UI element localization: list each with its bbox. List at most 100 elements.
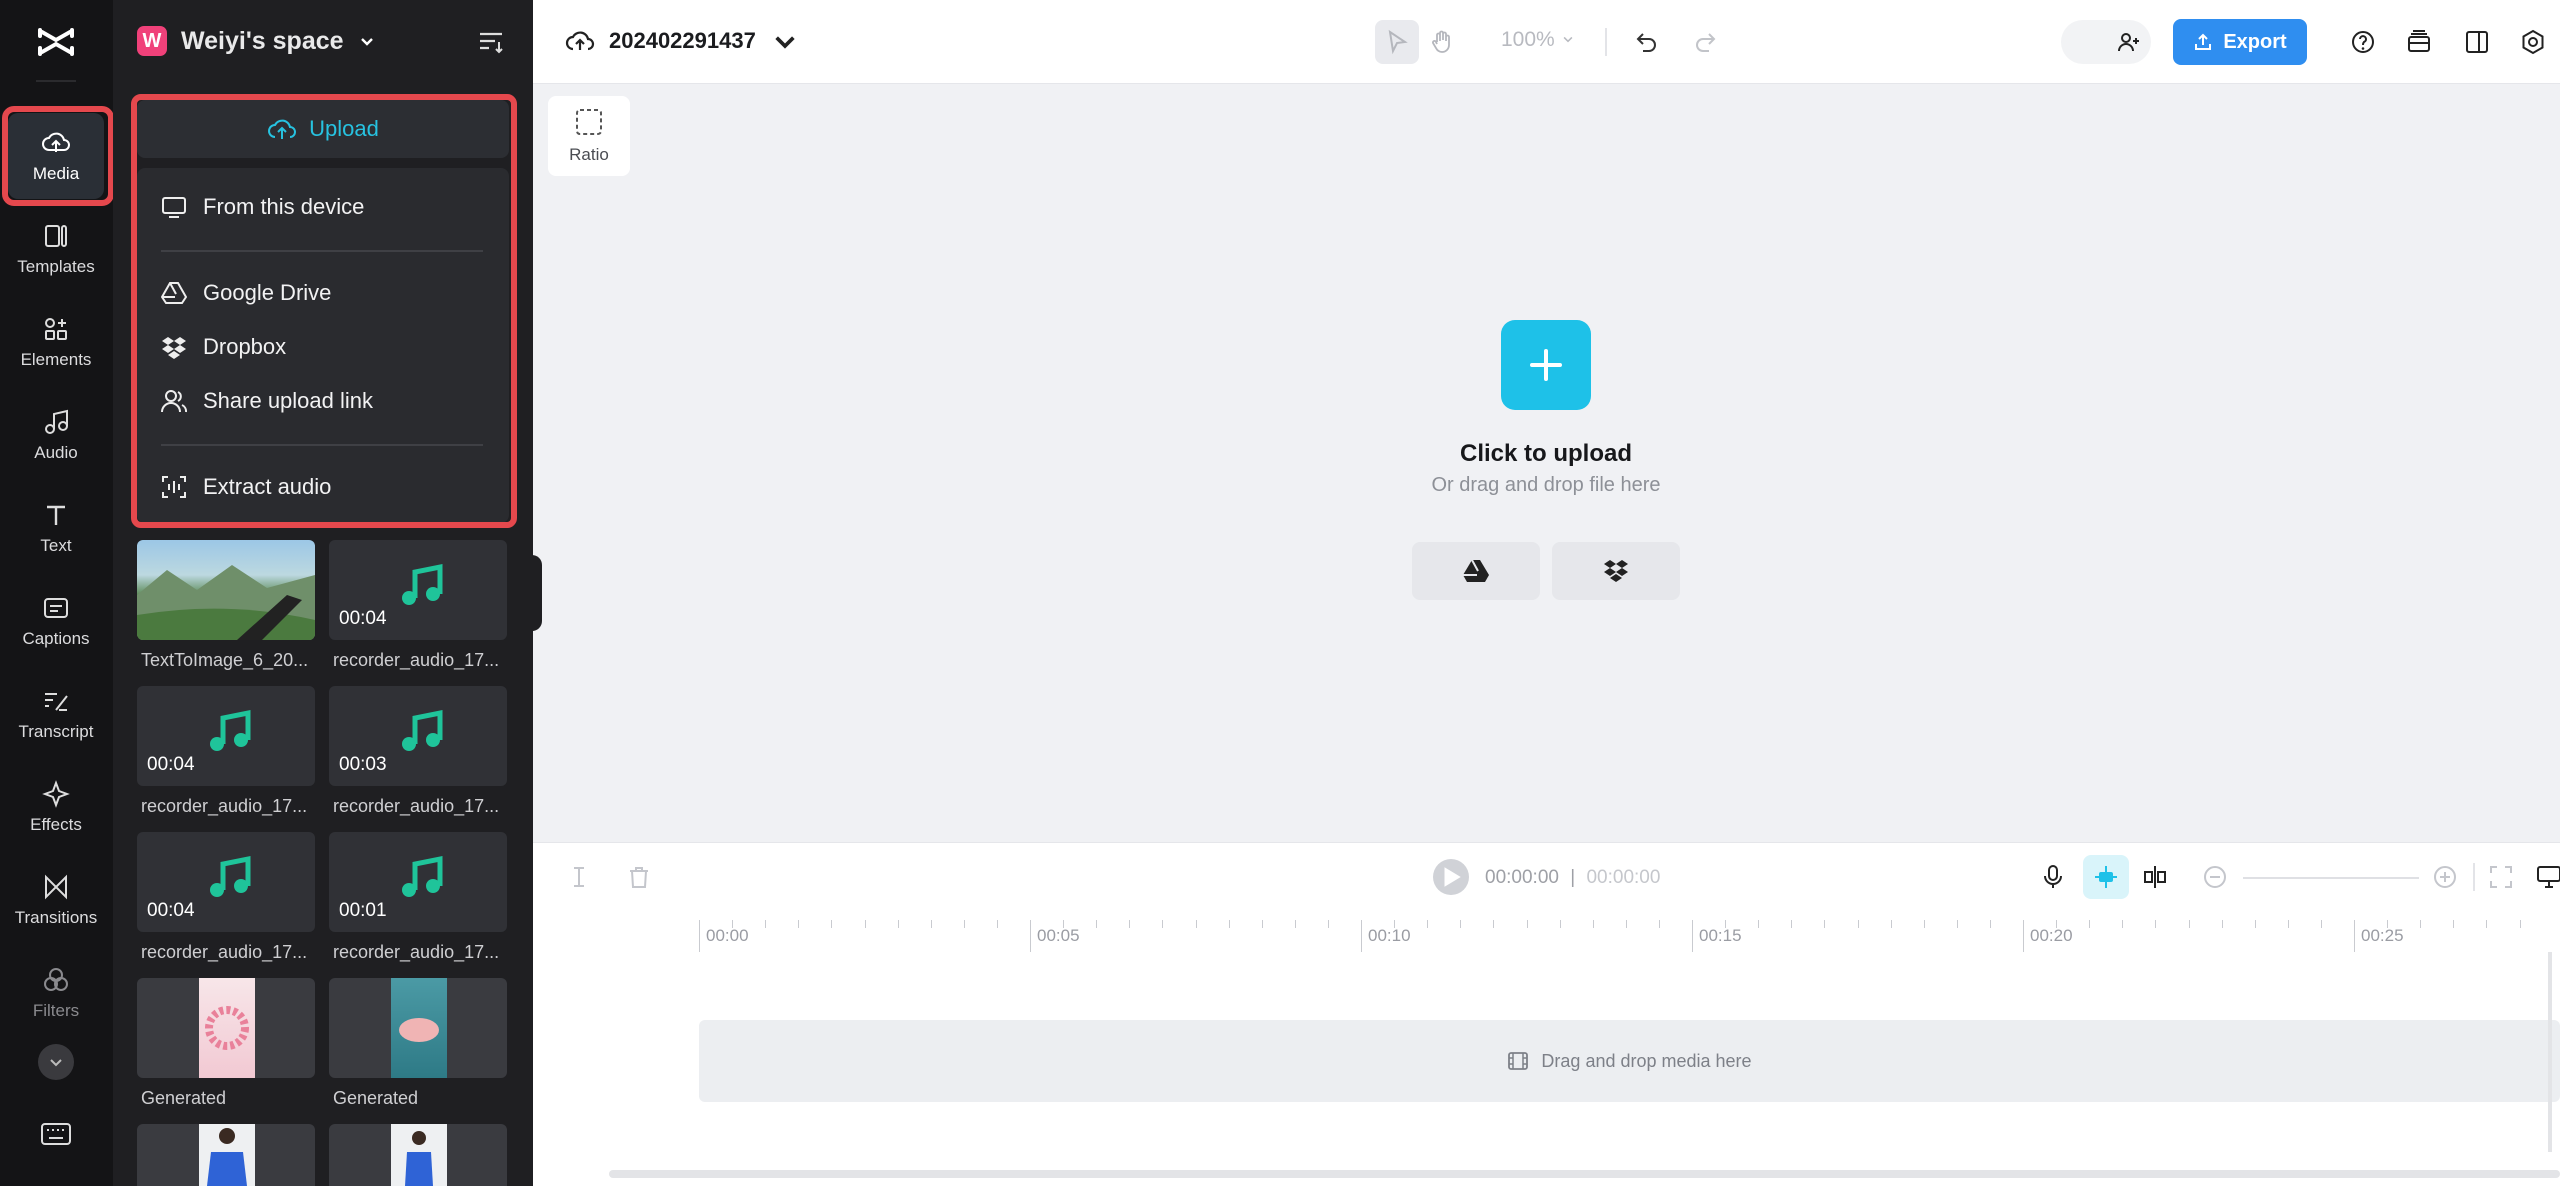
- ratio-label: Ratio: [569, 145, 609, 164]
- rail-item-captions[interactable]: Captions: [8, 578, 104, 664]
- timeline-drop-zone[interactable]: Drag and drop media here: [699, 1020, 2560, 1102]
- add-user-icon: [2118, 33, 2139, 52]
- media-thumb-generated[interactable]: [137, 978, 315, 1078]
- layout-toggle-button[interactable]: [2455, 20, 2499, 64]
- preview-screen-button[interactable]: [2533, 861, 2560, 893]
- media-thumb-image[interactable]: [137, 540, 315, 640]
- help-button[interactable]: [2341, 20, 2385, 64]
- rail-item-elements[interactable]: Elements: [8, 299, 104, 385]
- settings-button[interactable]: [2511, 20, 2555, 64]
- rail-item-transitions[interactable]: Transitions: [8, 857, 104, 943]
- sort-icon[interactable]: [477, 28, 505, 56]
- canvas-upload-button[interactable]: [1501, 320, 1591, 410]
- media-thumb-audio[interactable]: 00:01: [329, 832, 507, 932]
- media-thumb-audio[interactable]: 00:04: [137, 832, 315, 932]
- media-thumb-audio[interactable]: 00:04: [137, 686, 315, 786]
- chevron-down-icon: [775, 36, 795, 49]
- workspace-switcher[interactable]: W Weiyi's space: [137, 26, 376, 56]
- media-thumb-person[interactable]: [137, 1124, 315, 1186]
- media-thumb-audio[interactable]: 00:04: [329, 540, 507, 640]
- timeline-ruler[interactable]: 00:00 00:05 00:10 00:15 00:20 00:25: [533, 912, 2560, 952]
- rail-item-filters[interactable]: Filters: [8, 950, 104, 1036]
- transitions-icon: [45, 874, 67, 900]
- rail-item-templates[interactable]: Templates: [8, 206, 104, 292]
- toolbar-divider: [1605, 28, 1607, 56]
- person-image: [199, 1124, 255, 1186]
- hand-tool-button[interactable]: [1421, 20, 1465, 64]
- rail-item-transcript[interactable]: Transcript: [8, 671, 104, 757]
- plus-icon: [1530, 349, 1562, 381]
- zoom-in-button[interactable]: [2429, 861, 2461, 893]
- media-thumb-person[interactable]: [329, 1124, 507, 1186]
- undo-button[interactable]: [1625, 20, 1669, 64]
- ruler-minor-tick: [798, 920, 800, 928]
- media-caption: recorder_audio_17...: [141, 942, 308, 962]
- zoom-out-button[interactable]: [2199, 861, 2231, 893]
- media-thumb-generated[interactable]: [329, 978, 507, 1078]
- capcut-logo-icon[interactable]: [36, 22, 76, 62]
- project-selector[interactable]: 202402291437: [565, 26, 800, 56]
- media-caption: Generated: [333, 1088, 419, 1108]
- media-duration: 00:03: [339, 754, 387, 775]
- vertical-scrollbar[interactable]: [2548, 952, 2552, 1152]
- workspace-name: Weiyi's space: [181, 26, 344, 55]
- horizontal-scrollbar[interactable]: [609, 1170, 2560, 1178]
- bracelet-image: [205, 1006, 249, 1050]
- fit-timeline-button[interactable]: [2485, 861, 2517, 893]
- ruler-minor-tick: [963, 920, 965, 928]
- ruler-minor-tick: [1460, 920, 1462, 928]
- rail-item-effects[interactable]: Effects: [8, 764, 104, 850]
- upload-subtitle: Or drag and drop file here: [1431, 474, 1661, 496]
- align-button[interactable]: [2139, 861, 2171, 893]
- split-panel-icon: [2466, 31, 2488, 53]
- ruler-minor-tick: [1063, 920, 1065, 928]
- timeline-toolbar: 00:00:00 | 00:00:00: [533, 842, 2560, 912]
- play-icon: [1444, 867, 1461, 887]
- split-button[interactable]: [563, 861, 595, 893]
- zoom-level[interactable]: 100%: [1501, 28, 1575, 52]
- zoom-slider[interactable]: [2243, 877, 2419, 879]
- google-drive-button[interactable]: [1412, 542, 1540, 600]
- rail-item-audio[interactable]: Audio: [8, 392, 104, 478]
- keyboard-icon[interactable]: [40, 1120, 72, 1148]
- collaborators[interactable]: [2061, 20, 2151, 64]
- media-caption: recorder_audio_17...: [141, 796, 308, 816]
- media-caption: Generated: [141, 1088, 227, 1108]
- timeline-area[interactable]: 00:00 00:05 00:10 00:15 00:20 00:25 Drag and …: [533, 912, 2560, 1186]
- ratio-button[interactable]: Ratio: [548, 96, 630, 176]
- split-icon: [574, 867, 584, 887]
- pointer-icon: [1388, 29, 1408, 55]
- transcript-icon: [45, 693, 68, 711]
- record-voice-button[interactable]: [2037, 861, 2069, 893]
- microphone-icon: [2044, 865, 2062, 888]
- redo-button[interactable]: [1683, 20, 1727, 64]
- ruler-major-tick: [2023, 920, 2024, 952]
- delete-button[interactable]: [623, 861, 655, 893]
- layers-button[interactable]: [2397, 20, 2441, 64]
- export-button[interactable]: Export: [2173, 19, 2307, 65]
- export-label: Export: [2223, 30, 2287, 53]
- select-tool-button[interactable]: [1375, 20, 1419, 64]
- ruler-label: 00:15: [1699, 926, 1742, 945]
- editor-app: Media Templates Elements Audio Text Capt…: [0, 0, 2560, 1186]
- media-caption: TextToImage_6_20...: [141, 650, 309, 670]
- google-drive-icon: [1463, 559, 1489, 582]
- media-thumb-audio[interactable]: 00:03: [329, 686, 507, 786]
- media-duration: 00:04: [339, 608, 387, 629]
- ruler-minor-tick: [1857, 920, 1859, 928]
- panel-collapse-handle[interactable]: [528, 555, 542, 631]
- left-rail: Media Templates Elements Audio Text Capt…: [0, 0, 114, 1186]
- upload-title: Click to upload: [1459, 440, 1632, 467]
- chevron-down-icon: [360, 38, 373, 46]
- play-button[interactable]: [1433, 859, 1469, 895]
- playback-time: 00:00:00 | 00:00:00: [1485, 867, 1660, 889]
- rail-item-label: Transcript: [18, 722, 94, 741]
- dropbox-button[interactable]: [1552, 542, 1680, 600]
- ruler-label: 00:20: [2030, 926, 2073, 945]
- redo-icon: [1696, 33, 1716, 52]
- ruler-major-tick: [1361, 920, 1362, 952]
- rail-item-text[interactable]: Text: [8, 485, 104, 571]
- auto-snap-button[interactable]: [2083, 855, 2129, 899]
- rail-more-button[interactable]: [38, 1044, 74, 1080]
- media-duration: 00:04: [147, 754, 195, 775]
